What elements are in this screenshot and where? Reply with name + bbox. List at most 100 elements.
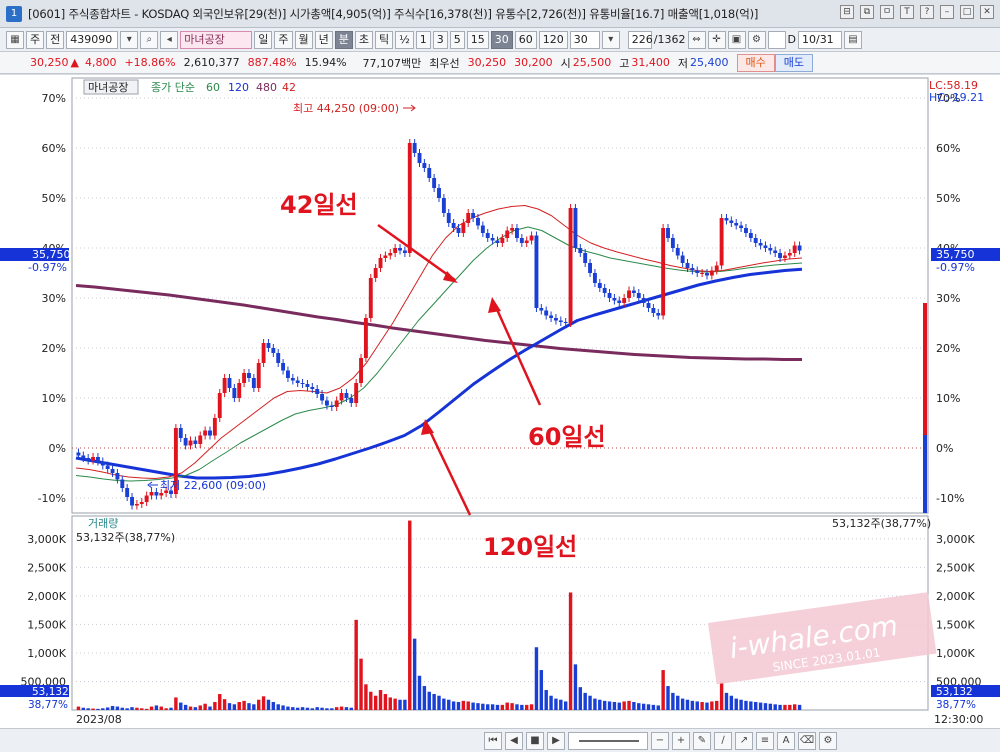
volume-pct-left: 38,77% — [28, 699, 68, 711]
volume-bar — [632, 702, 636, 710]
fraction-button[interactable]: ½ — [395, 30, 414, 49]
stock-chart[interactable]: -10%-10%0%0%10%10%20%20%30%30%40%40%50%5… — [0, 75, 1000, 752]
settings-icon[interactable]: ⚙ — [819, 732, 837, 750]
candle-body — [290, 378, 295, 381]
interval-15[interactable]: 15 — [466, 30, 489, 49]
candle-body — [719, 218, 724, 266]
layout-icon[interactable]: ⊟ — [840, 5, 854, 19]
font-icon[interactable]: T — [900, 5, 914, 19]
pin-icon[interactable]: ㅁ — [880, 5, 894, 19]
volume-bar — [656, 705, 660, 710]
volume-bar — [783, 704, 787, 710]
bottom-nav-bar: ⏮ ◀ ■ ▶ − + ✎ ∕ ↗ ≡ A ⌫ ⚙ — [0, 728, 1000, 752]
buy-button[interactable]: 매수 — [736, 53, 775, 72]
next-page-icon[interactable]: ▶ — [547, 732, 565, 750]
period-minute[interactable]: 분 — [334, 30, 353, 49]
candle-body — [744, 228, 748, 233]
calendar-icon[interactable]: ▤ — [843, 30, 862, 49]
interval-1[interactable]: 1 — [415, 30, 431, 49]
chart-area[interactable]: -10%-10%0%0%10%10%20%20%30%30%40%40%50%5… — [0, 75, 1000, 752]
trend-icon[interactable]: ↗ — [735, 732, 753, 750]
candle-body — [247, 373, 251, 378]
erase-icon[interactable]: ⌫ — [798, 732, 816, 750]
volume-bar — [354, 619, 358, 710]
candle-body — [534, 235, 539, 308]
stock-name-field[interactable]: 마녀공장 — [180, 30, 253, 49]
period-tick[interactable]: 틱 — [375, 30, 394, 49]
volume-bar — [690, 700, 695, 710]
candle-body — [515, 228, 519, 238]
up-arrow-icon: ▲ — [70, 56, 79, 69]
period-week[interactable]: 주 — [274, 30, 293, 49]
gear-icon[interactable]: ⚙ — [747, 30, 766, 49]
checkbox-icon[interactable] — [767, 30, 786, 49]
type-select[interactable]: 전 — [46, 30, 65, 49]
speaker-icon[interactable]: ◂ — [160, 30, 179, 49]
candle-body — [144, 495, 149, 502]
draw-icon[interactable]: ∕ — [714, 732, 732, 750]
first-page-icon[interactable]: ⏮ — [484, 732, 502, 750]
volume-bar — [427, 691, 431, 710]
stock-code-input[interactable]: 439090 — [66, 30, 119, 49]
prev-page-icon[interactable]: ◀ — [505, 732, 523, 750]
period-day[interactable]: 일 — [254, 30, 273, 49]
ma60-annotation: 60일선 — [528, 423, 606, 451]
candle-body — [315, 389, 320, 394]
volume-bar — [227, 703, 232, 710]
volume-bar — [96, 708, 100, 710]
candle-body — [393, 248, 398, 253]
layout-toggle-icon[interactable]: ▦ — [6, 30, 24, 49]
zoom-out-icon[interactable]: − — [651, 732, 669, 750]
minimize-icon[interactable]: – — [940, 5, 954, 19]
maximize-icon[interactable]: □ — [960, 5, 974, 19]
open-price: 25,500 — [572, 56, 612, 69]
interval-30[interactable]: 30 — [490, 30, 513, 49]
help-icon[interactable]: ? — [920, 5, 934, 19]
sell-button[interactable]: 매도 — [774, 53, 814, 72]
dropdown-icon[interactable]: ▾ — [120, 30, 139, 49]
link-icon[interactable]: ⧉ — [860, 5, 874, 19]
volume-bar — [140, 708, 144, 710]
search-icon[interactable]: ⌕ — [140, 30, 159, 49]
period-select[interactable]: 주 — [26, 30, 45, 49]
interval-60[interactable]: 60 — [514, 30, 537, 49]
period-second[interactable]: 초 — [354, 30, 373, 49]
price-tick-label-left: 60% — [42, 142, 66, 155]
tools-icon[interactable]: ✎ — [693, 732, 711, 750]
volume-bar — [325, 708, 329, 710]
candle-body — [446, 213, 451, 223]
stop-icon[interactable]: ■ — [526, 732, 544, 750]
save-icon[interactable]: ▣ — [727, 30, 746, 49]
interval-input[interactable]: 30 — [569, 30, 600, 49]
interval-120[interactable]: 120 — [538, 30, 568, 49]
volume-value-right: 53,132 — [936, 686, 973, 698]
candle-body — [86, 458, 91, 461]
candle-body — [578, 248, 583, 253]
candle-body — [675, 248, 680, 256]
candle-body — [763, 245, 768, 248]
zoom-icon[interactable]: ⇔ — [687, 30, 706, 49]
high-price: 31,400 — [631, 56, 670, 69]
fib-icon[interactable]: ≡ — [756, 732, 774, 750]
interval-3[interactable]: 3 — [432, 30, 448, 49]
close-icon[interactable]: ✕ — [980, 5, 994, 19]
text-icon[interactable]: A — [777, 732, 795, 750]
period-year[interactable]: 년 — [314, 30, 333, 49]
legend-ma-prefix: 종가 단순 — [151, 81, 195, 94]
zoom-in-icon[interactable]: + — [672, 732, 690, 750]
interval-5[interactable]: 5 — [449, 30, 465, 49]
hc-label: HC:-19.21 — [929, 91, 984, 104]
scroll-slider[interactable] — [568, 732, 648, 750]
period-month[interactable]: 월 — [294, 30, 313, 49]
interval-dropdown-icon[interactable]: ▾ — [601, 30, 620, 49]
volume-bar — [510, 703, 514, 710]
date-input[interactable]: 10/31 — [797, 30, 842, 49]
volume-bar — [500, 704, 505, 710]
candle-body — [120, 479, 125, 488]
crosshair-icon[interactable]: ✛ — [707, 30, 726, 49]
volume-bar — [247, 703, 251, 710]
day-range-bar-down — [923, 435, 927, 513]
candle-body — [476, 218, 480, 226]
best-bid: 30,200 — [514, 56, 553, 69]
count-input[interactable]: 226 — [627, 30, 653, 49]
